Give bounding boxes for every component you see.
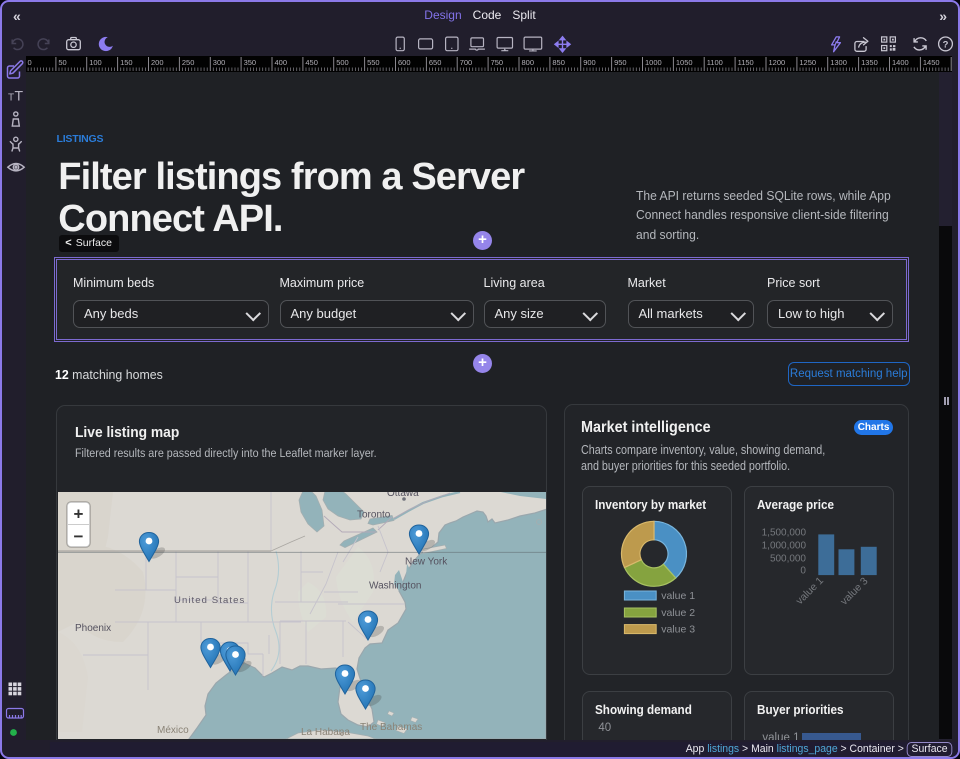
svg-text:−: − (73, 527, 83, 546)
svg-text:650: 650 (428, 58, 441, 67)
svg-text:1250: 1250 (799, 58, 816, 67)
svg-text:Washington: Washington (369, 580, 421, 591)
svg-text:250: 250 (181, 58, 194, 67)
svg-text:750: 750 (490, 58, 503, 67)
svg-text:T: T (8, 92, 14, 103)
svg-text:1050: 1050 (675, 58, 692, 67)
svg-text:1450: 1450 (922, 58, 939, 67)
svg-text:700: 700 (459, 58, 472, 67)
svg-text:500,000: 500,000 (770, 553, 806, 564)
svg-text:600: 600 (398, 58, 411, 67)
svg-text:1150: 1150 (737, 58, 753, 67)
svg-text:México: México (157, 725, 189, 736)
svg-text:The Bahamas: The Bahamas (360, 722, 422, 733)
svg-text:New York: New York (405, 556, 448, 567)
svg-text:T: T (15, 87, 24, 103)
svg-text:400: 400 (274, 58, 287, 67)
svg-text:100: 100 (89, 58, 102, 67)
svg-text:La Habana: La Habana (301, 727, 350, 738)
svg-text:900: 900 (583, 58, 596, 67)
svg-text:1300: 1300 (830, 58, 847, 67)
svg-text:value 3: value 3 (839, 575, 872, 608)
svg-text:1350: 1350 (861, 58, 878, 67)
svg-text:1000: 1000 (645, 58, 662, 67)
svg-text:950: 950 (614, 58, 627, 67)
svg-text:value 1: value 1 (794, 575, 827, 608)
svg-text:United States: United States (174, 595, 245, 606)
svg-text:value 3: value 3 (662, 624, 696, 636)
svg-text:value 1: value 1 (662, 590, 696, 602)
svg-text:1,000,000: 1,000,000 (762, 540, 807, 551)
svg-text:value 2: value 2 (662, 607, 696, 619)
svg-text:Toronto: Toronto (357, 509, 391, 520)
svg-text:0: 0 (27, 58, 31, 67)
svg-text:+: + (73, 504, 83, 523)
svg-text:300: 300 (212, 58, 225, 67)
svg-text:350: 350 (243, 58, 256, 67)
svg-text:450: 450 (305, 58, 318, 67)
svg-text:1400: 1400 (892, 58, 909, 67)
svg-text:Phoenix: Phoenix (75, 623, 111, 634)
svg-text:50: 50 (58, 58, 66, 67)
svg-text:200: 200 (151, 58, 164, 67)
svg-text:850: 850 (552, 58, 565, 67)
svg-text:550: 550 (367, 58, 380, 67)
svg-text:500: 500 (336, 58, 349, 67)
svg-text:1200: 1200 (768, 58, 785, 67)
svg-text:?: ? (943, 39, 949, 50)
svg-text:1,500,000: 1,500,000 (762, 527, 807, 538)
svg-text:1100: 1100 (706, 58, 722, 67)
svg-text:0: 0 (801, 565, 807, 576)
svg-text:800: 800 (521, 58, 534, 67)
svg-text:150: 150 (120, 58, 133, 67)
